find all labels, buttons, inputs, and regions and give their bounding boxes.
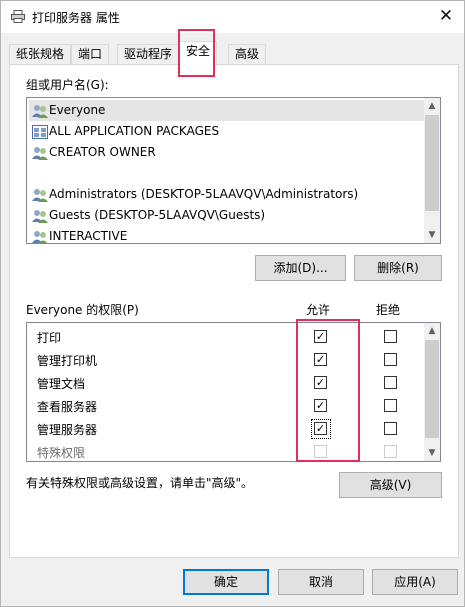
printer-icon bbox=[11, 10, 25, 23]
printer-server-properties-dialog: 打印服务器 属性 ✕ 纸张规格 端口 驱动程序 安全 高级 组或用户名(G): … bbox=[0, 0, 465, 607]
permission-row-print: 打印 ✓ bbox=[27, 325, 425, 348]
window-title: 打印服务器 属性 bbox=[32, 11, 120, 25]
close-icon: ✕ bbox=[438, 6, 454, 26]
permission-row-view-server: 查看服务器 ✓ bbox=[27, 394, 425, 417]
list-item-everyone[interactable]: Everyone bbox=[29, 100, 424, 121]
permission-row-special: 特殊权限 bbox=[27, 440, 425, 463]
group-list-scrollbar[interactable]: ▲ ▼ bbox=[424, 98, 440, 243]
list-item-label: Administrators (DESKTOP-5LAAVQV\Administ… bbox=[49, 187, 359, 201]
deny-checkbox[interactable] bbox=[384, 330, 397, 343]
list-item-label: CREATOR OWNER bbox=[49, 145, 156, 159]
permission-row-manage-printers: 管理打印机 ✓ bbox=[27, 348, 425, 371]
advanced-hint-text: 有关特殊权限或高级设置，请单击"高级"。 bbox=[26, 476, 254, 490]
permissions-list: 打印 ✓ 管理打印机 ✓ 管理文档 ✓ 查看服务器 ✓ 管理服务器 ✓ 特殊权限… bbox=[26, 322, 441, 462]
deny-checkbox[interactable] bbox=[384, 376, 397, 389]
permission-row-manage-documents: 管理文档 ✓ bbox=[27, 371, 425, 394]
scroll-up-icon[interactable]: ▲ bbox=[424, 98, 440, 114]
permission-name: 管理服务器 bbox=[37, 423, 98, 437]
tab-ports[interactable]: 端口 bbox=[71, 44, 110, 65]
remove-button[interactable]: 删除(R) bbox=[354, 255, 442, 281]
permission-name: 打印 bbox=[37, 331, 62, 345]
permissions-scrollbar[interactable]: ▲ ▼ bbox=[424, 323, 440, 461]
list-item-label: Everyone bbox=[49, 103, 106, 117]
permission-row-manage-server: 管理服务器 ✓ bbox=[27, 417, 425, 440]
list-item-all-application-packages[interactable]: ALL APPLICATION PACKAGES bbox=[29, 121, 424, 142]
users-icon bbox=[32, 210, 48, 223]
list-item-administrators[interactable]: Administrators (DESKTOP-5LAAVQV\Administ… bbox=[29, 184, 424, 205]
deny-checkbox[interactable] bbox=[384, 353, 397, 366]
close-button[interactable]: ✕ bbox=[432, 3, 460, 29]
permission-name: 管理打印机 bbox=[37, 354, 98, 368]
list-item-label: Guests (DESKTOP-5LAAVQV\Guests) bbox=[49, 208, 266, 222]
add-button[interactable]: 添加(D)... bbox=[255, 255, 346, 281]
scroll-down-icon[interactable]: ▼ bbox=[424, 445, 440, 461]
deny-checkbox[interactable] bbox=[384, 422, 397, 435]
permissions-label: Everyone 的权限(P) bbox=[26, 303, 139, 317]
permission-name: 查看服务器 bbox=[37, 400, 98, 414]
title-bar: 打印服务器 属性 ✕ bbox=[1, 1, 464, 33]
groups-label: 组或用户名(G): bbox=[26, 78, 109, 92]
security-panel: 组或用户名(G): Everyone ALL APPLICATION PACKA… bbox=[9, 64, 459, 558]
users-icon bbox=[32, 231, 48, 243]
cancel-button[interactable]: 取消 bbox=[278, 569, 364, 595]
allow-column-header: 允许 bbox=[306, 303, 331, 317]
group-user-list[interactable]: Everyone ALL APPLICATION PACKAGES CREATO… bbox=[26, 97, 441, 244]
security-tab-highlight-box bbox=[178, 29, 215, 77]
scroll-down-icon[interactable]: ▼ bbox=[424, 227, 440, 243]
apply-button[interactable]: 应用(A) bbox=[372, 569, 458, 595]
list-item-creator-owner[interactable]: CREATOR OWNER bbox=[29, 142, 424, 163]
advanced-button[interactable]: 高级(V) bbox=[339, 472, 442, 498]
packages-icon bbox=[32, 125, 48, 139]
list-item-guests[interactable]: Guests (DESKTOP-5LAAVQV\Guests) bbox=[29, 205, 424, 226]
list-item-label: ALL APPLICATION PACKAGES bbox=[49, 124, 220, 138]
list-item-label: INTERACTIVE bbox=[49, 229, 128, 243]
tab-paper-size[interactable]: 纸张规格 bbox=[9, 44, 72, 65]
deny-checkbox[interactable] bbox=[384, 399, 397, 412]
users-icon bbox=[32, 105, 48, 118]
allow-column-highlight-box bbox=[296, 319, 360, 462]
permission-name: 特殊权限 bbox=[37, 446, 86, 460]
scroll-thumb[interactable] bbox=[425, 340, 439, 438]
ok-button[interactable]: 确定 bbox=[183, 569, 269, 595]
list-item-interactive[interactable]: INTERACTIVE bbox=[29, 226, 424, 243]
scroll-up-icon[interactable]: ▲ bbox=[424, 323, 440, 339]
deny-column-header: 拒绝 bbox=[376, 303, 401, 317]
scroll-thumb[interactable] bbox=[425, 115, 439, 211]
tab-drivers[interactable]: 驱动程序 bbox=[117, 44, 180, 65]
users-icon bbox=[32, 189, 48, 202]
tab-strip: 纸张规格 端口 驱动程序 安全 高级 bbox=[9, 41, 459, 66]
permission-name: 管理文档 bbox=[37, 377, 86, 391]
deny-checkbox-disabled bbox=[384, 445, 397, 458]
tab-advanced[interactable]: 高级 bbox=[228, 44, 267, 65]
users-icon bbox=[32, 147, 48, 160]
